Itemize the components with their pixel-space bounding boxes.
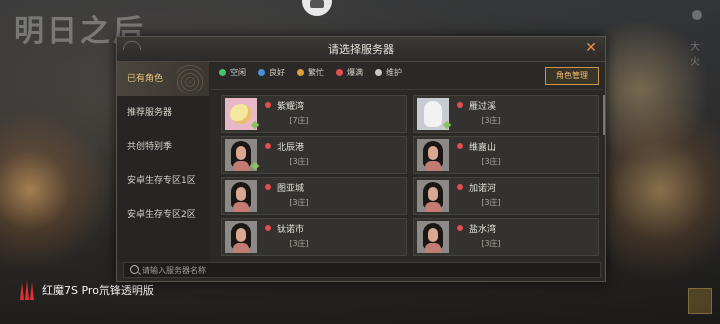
server-card[interactable]: 图亚城 [3庄]	[221, 177, 407, 215]
role-count: [3庄]	[481, 157, 501, 166]
avatar	[417, 180, 449, 212]
legend-item-idle: 空闲	[219, 67, 246, 78]
role-count: [3庄]	[481, 198, 501, 207]
legend-item-good: 良好	[258, 67, 285, 78]
role-management-button[interactable]: 角色管理	[545, 67, 599, 85]
server-card[interactable]: 紫耀湾 [7庄]	[221, 95, 407, 133]
fingerprint-icon	[175, 64, 205, 94]
server-name: 钛诺市	[277, 225, 305, 235]
sidebar-item-label: 已有角色	[127, 74, 164, 84]
server-card[interactable]: 北辰港 [3庄]	[221, 136, 407, 174]
server-card[interactable]: 雁过溪 [3庄]	[413, 95, 599, 133]
role-count: [3庄]	[289, 198, 309, 207]
close-button[interactable]: ✕	[583, 40, 599, 56]
sidebar-item-label: 推荐服务器	[127, 108, 173, 118]
avatar	[225, 221, 257, 253]
server-search-bar	[123, 262, 601, 278]
right-dots	[692, 10, 702, 20]
legend-item-maintenance: 维护	[375, 67, 402, 78]
server-card[interactable]: 钛诺市 [3庄]	[221, 218, 407, 256]
sidebar-item-label: 共创特别季	[127, 142, 173, 152]
server-name: 维嘉山	[469, 143, 497, 153]
divider	[211, 89, 603, 90]
role-count: [3庄]	[481, 239, 501, 248]
server-card[interactable]: 加诺河 [3庄]	[413, 177, 599, 215]
server-grid: 紫耀湾 [7庄] 雁过溪 [3庄] 北辰港 [3庄] 维嘉山 [3庄] 图亚城	[221, 95, 603, 259]
server-list-scrollbar[interactable]	[603, 95, 605, 135]
status-dot-icon	[265, 184, 271, 190]
avatar	[225, 180, 257, 212]
status-dot-icon	[457, 143, 463, 149]
avatar	[417, 221, 449, 253]
search-icon	[130, 265, 139, 274]
server-select-dialog: 请选择服务器 ✕ 已有角色 推荐服务器 共创特别季 安卓生存专区1区 安卓生存专…	[116, 36, 606, 282]
status-dot-icon	[265, 102, 271, 108]
server-search-input[interactable]	[142, 263, 592, 277]
corner-badge	[688, 288, 712, 314]
legend-item-full: 爆满	[336, 67, 363, 78]
close-icon: ✕	[585, 40, 597, 56]
sidebar-item-android-zone-2[interactable]: 安卓生存专区2区	[117, 198, 209, 232]
role-count: [3庄]	[289, 239, 309, 248]
dialog-header: 请选择服务器 ✕	[117, 37, 605, 62]
red-magic-logo-icon	[18, 278, 36, 302]
sidebar-item-special-season[interactable]: 共创特别季	[117, 130, 209, 164]
status-dot-icon	[457, 184, 463, 190]
server-card[interactable]: 盐水湾 [3庄]	[413, 218, 599, 256]
status-dot-icon	[219, 69, 226, 76]
status-legend: 空闲 良好 繁忙 爆满 维护	[219, 67, 402, 78]
server-name: 盐水湾	[469, 225, 497, 235]
server-name: 图亚城	[277, 184, 305, 194]
role-count: [3庄]	[481, 116, 501, 125]
status-dot-icon	[258, 69, 265, 76]
server-card[interactable]: 维嘉山 [3庄]	[413, 136, 599, 174]
status-dot-icon	[265, 225, 271, 231]
status-dot-icon	[336, 69, 343, 76]
status-dot-icon	[457, 225, 463, 231]
server-category-sidebar: 已有角色 推荐服务器 共创特别季 安卓生存专区1区 安卓生存专区2区	[117, 62, 209, 261]
legend-item-busy: 繁忙	[297, 67, 324, 78]
server-name: 雁过溪	[469, 102, 497, 112]
sidebar-item-label: 安卓生存专区1区	[127, 176, 196, 186]
dialog-title: 请选择服务器	[328, 43, 394, 56]
sidebar-item-label: 安卓生存专区2区	[127, 210, 196, 220]
server-name: 北辰港	[277, 143, 305, 153]
avatar	[417, 139, 449, 171]
status-dot-icon	[375, 69, 382, 76]
server-name: 紫耀湾	[277, 102, 305, 112]
sidebar-item-recommended[interactable]: 推荐服务器	[117, 96, 209, 130]
status-dot-icon	[457, 102, 463, 108]
role-count: [3庄]	[289, 157, 309, 166]
sidebar-item-existing-roles[interactable]: 已有角色	[117, 62, 209, 96]
role-count: [7庄]	[289, 116, 309, 125]
brand-text: 红魔7S Pro氘锋透明版	[42, 284, 154, 297]
status-dot-icon	[265, 143, 271, 149]
status-dot-icon	[297, 69, 304, 76]
sidebar-item-android-zone-1[interactable]: 安卓生存专区1区	[117, 164, 209, 198]
server-name: 加诺河	[469, 184, 497, 194]
side-vertical-text: 大火	[690, 42, 700, 68]
